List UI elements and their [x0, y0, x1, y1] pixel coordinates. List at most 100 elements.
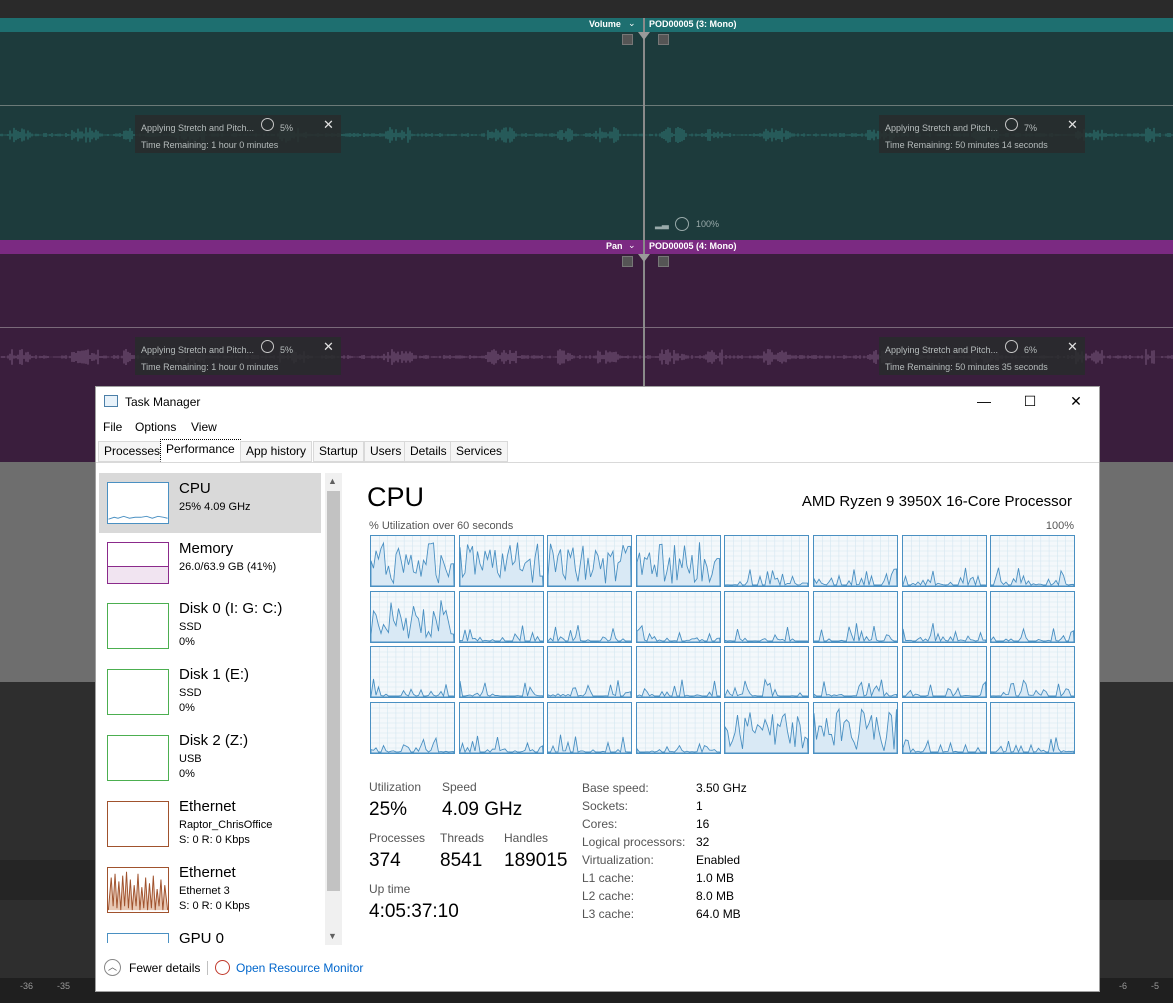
playhead-marker-icon[interactable]: [638, 32, 650, 40]
logical-processor-graph: [370, 535, 455, 587]
spec-label: Sockets:: [582, 799, 629, 813]
track-1-clip-name: POD00005 (3: Mono): [649, 19, 737, 29]
spec-value: 1.0 MB: [696, 871, 735, 885]
resource-detail: Raptor_ChrisOffice: [179, 819, 273, 831]
resource-name: Ethernet: [179, 798, 236, 815]
close-button[interactable]: ✕: [1053, 387, 1099, 415]
menu-view[interactable]: View: [191, 420, 217, 434]
close-icon[interactable]: ✕: [323, 339, 334, 355]
track-1-header[interactable]: Volume ⌄ POD00005 (3: Mono): [0, 18, 1173, 32]
track-2-header[interactable]: Pan ⌄ POD00005 (4: Mono): [0, 240, 1173, 254]
tab-details[interactable]: Details: [404, 441, 453, 462]
chevron-down-icon[interactable]: ⌄: [628, 240, 636, 251]
chevron-down-icon[interactable]: ▼: [328, 931, 337, 941]
logical-processor-graph: [547, 701, 633, 754]
footer-divider: [207, 961, 208, 975]
maximize-button[interactable]: ☐: [1007, 387, 1053, 415]
spec-value: 16: [696, 817, 710, 831]
fewer-details-button[interactable]: Fewer details: [129, 961, 200, 975]
resource-item-disk-2[interactable]: Disk 2 (Z:) USB 0%: [99, 725, 321, 791]
spec-value: Enabled: [696, 853, 741, 867]
logical-processor-graph: [370, 646, 455, 698]
clip-fade-handle-right[interactable]: [658, 34, 669, 45]
scrollbar-thumb[interactable]: [327, 491, 340, 891]
logical-processor-graph: [547, 535, 633, 587]
progress-spinner-icon: [1005, 340, 1018, 353]
resource-item-memory[interactable]: Memory 26.0/63.9 GB (41%): [99, 533, 321, 593]
close-icon[interactable]: ✕: [1067, 339, 1078, 355]
resource-name: GPU 0: [179, 930, 225, 943]
task-manager-window: Task Manager — ☐ ✕ File Options View Pro…: [95, 386, 1100, 992]
logical-processor-graph: [635, 590, 721, 643]
track-2-envelope-label[interactable]: Pan: [606, 241, 623, 251]
footer-bar: ︿ Fewer details Open Resource Monitor: [96, 954, 1099, 982]
resource-detail: Ethernet 3: [179, 885, 230, 897]
logical-processor-graph: [724, 646, 810, 698]
resource-monitor-icon[interactable]: [215, 960, 230, 975]
tab-processes[interactable]: Processes: [98, 441, 167, 462]
resource-name: Disk 1 (E:): [179, 666, 250, 683]
clip-fade-handle-left[interactable]: [622, 34, 633, 45]
resource-detail: 25% 4.09 GHz: [179, 501, 251, 513]
tab-users[interactable]: Users: [364, 441, 408, 462]
clip-fade-handle-right[interactable]: [658, 256, 669, 267]
spec-value: 32: [696, 835, 710, 849]
spec-label: L3 cache:: [582, 907, 635, 921]
menu-file[interactable]: File: [103, 420, 122, 434]
close-icon[interactable]: ✕: [1067, 117, 1078, 133]
tab-app-history[interactable]: App history: [240, 441, 313, 462]
resource-detail: S: 0 R: 0 Kbps: [179, 900, 250, 912]
logical-processor-graph: [635, 646, 721, 698]
close-icon[interactable]: ✕: [323, 117, 334, 133]
spec-label: Cores:: [582, 817, 618, 831]
spec-label: L2 cache:: [582, 889, 635, 903]
clip-fade-handle-left[interactable]: [622, 256, 633, 267]
logical-processor-graphs[interactable]: [370, 535, 1076, 757]
resource-name: Disk 0 (I: G: C:): [179, 600, 283, 617]
memory-thumbnail-graph: [107, 542, 169, 584]
volume-envelope-line[interactable]: [0, 105, 1173, 106]
track-1-envelope-label[interactable]: Volume: [589, 19, 621, 29]
pan-envelope-line[interactable]: [0, 327, 1173, 328]
chevron-up-icon[interactable]: ▲: [328, 476, 337, 486]
logical-processor-graph: [990, 701, 1076, 754]
tab-startup[interactable]: Startup: [313, 441, 364, 462]
open-resource-monitor-link[interactable]: Open Resource Monitor: [236, 961, 363, 975]
stretch-progress-box: Applying Stretch and Pitch... 5% ✕ Time …: [135, 337, 341, 375]
resource-list-scrollbar[interactable]: ▲ ▼: [325, 473, 342, 945]
processes-label: Processes: [369, 831, 426, 845]
speed-value: 4.09 GHz: [442, 799, 523, 820]
resource-item-disk-1[interactable]: Disk 1 (E:) SSD 0%: [99, 659, 321, 725]
resource-item-gpu-0[interactable]: GPU 0: [99, 923, 321, 943]
playhead-marker-icon[interactable]: [638, 254, 650, 262]
resource-name: Memory: [179, 540, 234, 557]
logical-processor-graph: [458, 646, 544, 698]
spec-value: 64.0 MB: [696, 907, 741, 921]
uptime-label: Up time: [369, 882, 411, 896]
minimize-button[interactable]: —: [961, 387, 1007, 415]
audio-track-1[interactable]: Volume ⌄ POD00005 (3: Mono) Applying Str…: [0, 18, 1173, 240]
title-bar[interactable]: Task Manager — ☐ ✕: [96, 387, 1099, 415]
logical-processor-graph: [990, 646, 1076, 698]
resource-item-disk-0[interactable]: Disk 0 (I: G: C:) SSD 0%: [99, 593, 321, 659]
clip-gain-knob-icon[interactable]: [675, 217, 689, 231]
chevron-up-circle-icon[interactable]: ︿: [104, 959, 121, 976]
spec-label: Virtualization:: [582, 853, 654, 867]
tab-services[interactable]: Services: [450, 441, 509, 462]
resource-item-ethernet[interactable]: Ethernet Raptor_ChrisOffice S: 0 R: 0 Kb…: [99, 791, 321, 857]
handles-label: Handles: [504, 831, 549, 845]
resource-item-cpu[interactable]: CPU 25% 4.09 GHz: [99, 473, 321, 533]
menu-options[interactable]: Options: [135, 420, 176, 434]
chevron-down-icon[interactable]: ⌄: [628, 18, 636, 29]
resource-detail: 0%: [179, 636, 195, 648]
resource-detail: 0%: [179, 702, 195, 714]
ruler-label: -6: [1119, 981, 1128, 991]
stretch-progress-box: Applying Stretch and Pitch... 7% ✕ Time …: [879, 115, 1085, 153]
tab-performance[interactable]: Performance: [160, 439, 241, 462]
resource-item-ethernet-3[interactable]: Ethernet Ethernet 3 S: 0 R: 0 Kbps: [99, 857, 321, 923]
logical-processor-graph: [547, 590, 633, 643]
progress-spinner-icon: [261, 340, 274, 353]
utilization-value: 25%: [369, 799, 408, 820]
logical-processor-graph: [813, 701, 898, 754]
speed-label: Speed: [442, 780, 477, 794]
